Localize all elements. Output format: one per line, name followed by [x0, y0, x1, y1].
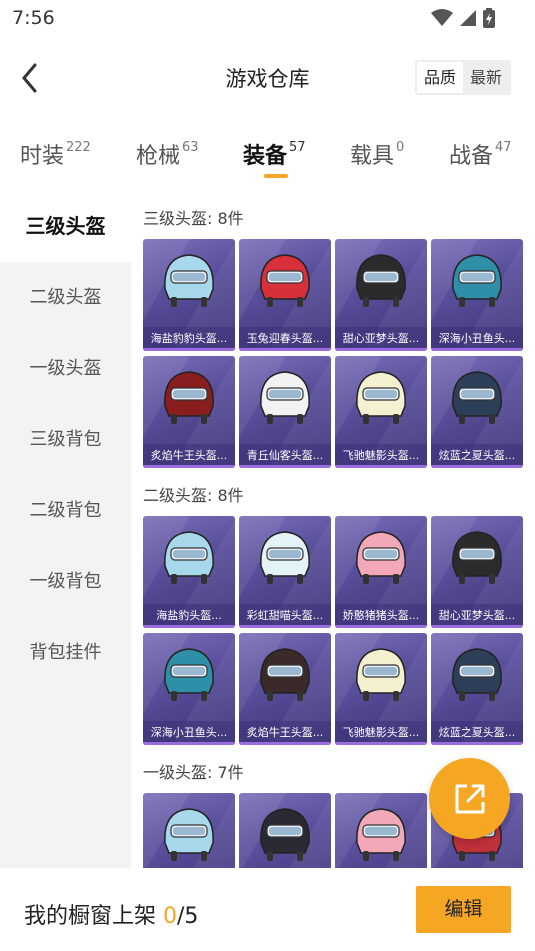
tab-label: 枪械: [136, 144, 181, 169]
sidebar-item-backpack-pendant[interactable]: 背包挂件: [0, 617, 131, 688]
item-card[interactable]: 甜心亚梦头盔...: [431, 516, 523, 628]
category-tabs: 时装 222 枪械 63 装备 57 载具 0 战备 47: [0, 118, 535, 191]
showcase-current: 0: [163, 904, 177, 929]
helmet-icon: [164, 808, 214, 861]
item-card[interactable]: 飞驰魅影头盔...: [335, 633, 427, 745]
sidebar-item-level2-backpack[interactable]: 二级背包: [0, 475, 131, 546]
helmet-icon: [260, 808, 310, 861]
tab-equipment[interactable]: 装备 57: [243, 138, 306, 170]
rarity-bar: [335, 348, 427, 351]
tab-count: 57: [289, 140, 306, 155]
status-bar: 7:56: [0, 0, 535, 38]
helmet-icon: [356, 371, 406, 424]
sidebar-item-level3-backpack[interactable]: 三级背包: [0, 404, 131, 475]
sidebar-item-level1-backpack[interactable]: 一级背包: [0, 546, 131, 617]
item-card[interactable]: 炫蓝之夏头盔...: [431, 633, 523, 745]
tab-label: 时装: [20, 144, 65, 169]
helmet-icon: [164, 648, 214, 701]
item-card[interactable]: 深海小丑鱼头...: [431, 239, 523, 351]
external-link-icon: [455, 784, 484, 813]
helmet-icon: [260, 531, 310, 584]
item-card[interactable]: 彩虹甜喵头盔...: [239, 516, 331, 628]
item-card[interactable]: 甜心亚梦头盔...: [335, 239, 427, 351]
active-tab-indicator: [264, 174, 288, 178]
item-card[interactable]: 炙焰牛王头盔...: [143, 356, 235, 468]
status-time: 7:56: [12, 7, 55, 29]
tab-count: 63: [182, 140, 199, 155]
helmet-icon: [164, 531, 214, 584]
section-title: 一级头盔: 7件: [143, 763, 244, 782]
sort-latest-button[interactable]: 最新: [463, 62, 509, 93]
showcase-total: /5: [177, 904, 199, 929]
rarity-bar: [431, 348, 523, 351]
signal-icon: [460, 10, 476, 26]
item-card[interactable]: 飞驰魅影头盔...: [335, 356, 427, 468]
item-card[interactable]: 海盐豹头盔...: [143, 516, 235, 628]
rarity-bar: [143, 348, 235, 351]
helmet-icon: [164, 254, 214, 307]
item-card[interactable]: 娇憨猪猪头盔...: [335, 516, 427, 628]
rarity-bar: [431, 742, 523, 745]
item-card[interactable]: 炫蓝之夏头盔...: [431, 356, 523, 468]
helmet-icon: [260, 648, 310, 701]
helmet-icon: [356, 531, 406, 584]
sidebar-item-level2-helmet[interactable]: 二级头盔: [0, 262, 131, 333]
sidebar-item-level3-helmet[interactable]: 三级头盔: [0, 191, 131, 262]
nav-bar: 游戏仓库 品质 最新: [0, 38, 535, 118]
helmet-icon: [356, 808, 406, 861]
tab-label: 装备: [243, 144, 288, 169]
item-card[interactable]: 深海小丑鱼头...: [143, 633, 235, 745]
tab-label: 载具: [350, 144, 395, 169]
helmet-icon: [356, 254, 406, 307]
game-warehouse-page: 7:56 游戏仓库 品质 最新 时装 222 枪械 63 装备 57 载具 0 战备 47…: [0, 0, 535, 951]
showcase-label: 我的橱窗上架: [24, 904, 163, 929]
rarity-bar: [335, 742, 427, 745]
tab-guns[interactable]: 枪械 63: [136, 138, 199, 170]
rarity-bar: [335, 465, 427, 468]
sort-toggle: 品质 最新: [414, 60, 511, 95]
rarity-bar: [431, 465, 523, 468]
battery-icon: [483, 8, 495, 28]
share-fab-button[interactable]: [429, 758, 510, 839]
showcase-count: 我的橱窗上架 0/5: [24, 898, 198, 930]
edit-button[interactable]: 编辑: [416, 886, 511, 933]
helmet-icon: [164, 371, 214, 424]
helmet-icon: [452, 254, 502, 307]
rarity-bar: [431, 625, 523, 628]
rarity-bar: [143, 742, 235, 745]
tab-vehicles[interactable]: 载具 0: [350, 138, 404, 170]
helmet-icon: [260, 371, 310, 424]
rarity-bar: [239, 465, 331, 468]
section-title: 三级头盔: 8件: [143, 209, 244, 228]
bottom-bar: 我的橱窗上架 0/5 编辑: [0, 868, 535, 951]
rarity-bar: [239, 625, 331, 628]
status-icons: [431, 8, 495, 28]
rarity-bar: [239, 742, 331, 745]
rarity-bar: [239, 348, 331, 351]
item-card[interactable]: 炙焰牛王头盔...: [239, 633, 331, 745]
rarity-bar: [143, 465, 235, 468]
sidebar-item-level1-helmet[interactable]: 一级头盔: [0, 333, 131, 404]
tab-supplies[interactable]: 战备 47: [449, 138, 512, 170]
rarity-bar: [335, 625, 427, 628]
item-card[interactable]: 青丘仙客头盔...: [239, 356, 331, 468]
tab-label: 战备: [449, 144, 494, 169]
tab-count: 222: [66, 140, 91, 155]
item-card[interactable]: 玉兔迎春头盔...: [239, 239, 331, 351]
helmet-icon: [452, 371, 502, 424]
wifi-icon: [431, 9, 453, 26]
tab-count: 47: [495, 140, 512, 155]
item-card[interactable]: 海盐豹豹头盔...: [143, 239, 235, 351]
sort-quality-button[interactable]: 品质: [416, 62, 463, 93]
helmet-icon: [452, 531, 502, 584]
helmet-icon: [260, 254, 310, 307]
rarity-bar: [143, 625, 235, 628]
tab-fashion[interactable]: 时装 222: [20, 138, 91, 170]
helmet-icon: [452, 648, 502, 701]
helmet-icon: [356, 648, 406, 701]
tab-count: 0: [396, 140, 405, 155]
section-title: 二级头盔: 8件: [143, 486, 244, 505]
sidebar: 三级头盔 二级头盔 一级头盔 三级背包 二级背包 一级背包 背包挂件: [0, 191, 131, 951]
